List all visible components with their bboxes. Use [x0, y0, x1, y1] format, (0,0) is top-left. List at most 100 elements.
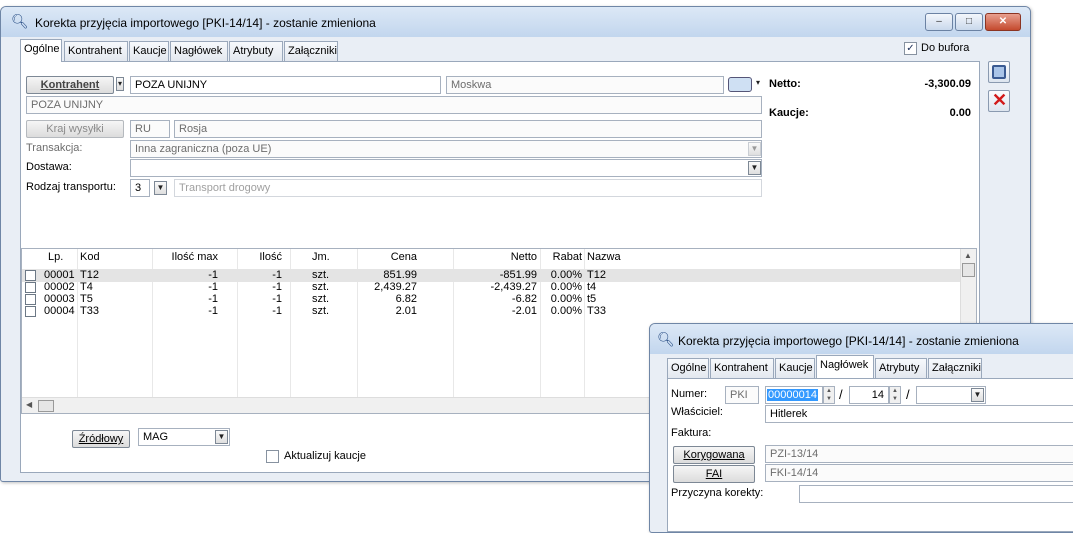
tab-zalaczniki[interactable]: Załączniki: [928, 358, 982, 378]
rodzaj-transportu-dropdown-arrow[interactable]: ▼: [154, 181, 167, 195]
numer-separator-2: /: [906, 387, 910, 402]
przyczyna-korekty-label: Przyczyna korekty:: [671, 487, 764, 499]
numer-year-field[interactable]: 14: [849, 386, 889, 404]
numer-prefix-field[interactable]: PKI: [725, 386, 759, 404]
floppy-disk-icon: [992, 65, 1006, 79]
col-header-ilosc[interactable]: Ilość: [237, 251, 282, 263]
dostawa-label: Dostawa:: [26, 161, 72, 173]
numer-label: Numer:: [671, 388, 708, 400]
row-checkbox[interactable]: [25, 282, 36, 293]
cell-rabat: 0.00%: [550, 305, 582, 317]
kontrahent-button[interactable]: Kontrahent: [26, 76, 114, 94]
tab-naglowek[interactable]: Nagłówek: [816, 355, 874, 378]
col-header-rabat[interactable]: Rabat: [540, 251, 582, 263]
tab-ogolne[interactable]: Ogólne: [20, 39, 62, 62]
kontrahent-code-field[interactable]: POZA UNIJNY: [130, 76, 441, 94]
magnifier-icon: 🔍︎: [11, 13, 29, 29]
kaucje-label: Kaucje:: [769, 107, 809, 119]
red-x-icon: ✕: [992, 90, 1008, 110]
dostawa-select[interactable]: [130, 159, 762, 177]
cell-ilosc: -1: [272, 305, 282, 317]
cancel-button[interactable]: ✕: [988, 90, 1010, 112]
address-dropdown-arrow[interactable]: ▾: [754, 77, 762, 91]
tab-kaucje[interactable]: Kaucje: [775, 358, 815, 378]
window-title: Korekta przyjęcia importowego [PKI-14/14…: [35, 16, 376, 30]
table-row[interactable]: 00004 T33 -1 -1 szt. 2.01 -2.01 0.00% T33: [22, 305, 976, 318]
do-bufora-checkbox[interactable]: ✓: [904, 42, 917, 55]
kontrahent-dropdown-arrow[interactable]: ▾: [116, 77, 124, 91]
magnifier-icon: 🔍︎: [657, 331, 675, 347]
kontrahent-city-field[interactable]: Moskwa: [446, 76, 724, 94]
transakcja-dropdown-arrow[interactable]: ▼: [748, 142, 761, 156]
wlasciciel-field[interactable]: Hitlerek: [765, 405, 1073, 423]
faktura-label: Faktura:: [671, 427, 712, 439]
cell-kod: T33: [80, 305, 99, 317]
tab-atrybuty[interactable]: Atrybuty: [875, 358, 927, 378]
cell-lp: 00004: [44, 305, 75, 317]
tab-naglowek[interactable]: Nagłówek: [170, 41, 228, 61]
address-book-icon[interactable]: [728, 77, 752, 92]
korygowana-field[interactable]: PZI-13/14: [765, 445, 1073, 463]
fai-button[interactable]: FAI: [673, 465, 755, 483]
minimize-button[interactable]: –: [925, 13, 953, 31]
dostawa-dropdown-arrow[interactable]: ▼: [748, 161, 761, 175]
tab-atrybuty[interactable]: Atrybuty: [229, 41, 283, 61]
tab-zalaczniki[interactable]: Załączniki: [284, 41, 338, 61]
kraj-wysylki-button[interactable]: Kraj wysyłki: [26, 120, 124, 138]
numer-value-field[interactable]: 00000014: [765, 386, 823, 404]
col-header-kod[interactable]: Kod: [80, 251, 100, 263]
rodzaj-transportu-label: Rodzaj transportu:: [26, 181, 116, 193]
cell-ilosc-max: -1: [208, 305, 218, 317]
tab-ogolne[interactable]: Ogólne: [667, 358, 709, 378]
cell-cena: 2.01: [395, 305, 417, 317]
aktualizuj-kaucje-checkbox[interactable]: [266, 450, 279, 463]
netto-label: Netto:: [769, 78, 801, 90]
save-button[interactable]: [988, 61, 1010, 83]
scroll-thumb[interactable]: [962, 263, 975, 277]
row-checkbox[interactable]: [25, 294, 36, 305]
cell-jm: szt.: [312, 305, 330, 317]
numer-value-selected: 00000014: [767, 389, 818, 401]
przyczyna-korekty-field[interactable]: [799, 485, 1073, 503]
second-window: 🔍︎ Korekta przyjęcia importowego [PKI-14…: [649, 323, 1073, 533]
scroll-up-arrow[interactable]: ▲: [964, 251, 972, 260]
series-dropdown-arrow[interactable]: ▼: [971, 388, 984, 402]
tab-kontrahent[interactable]: Kontrahent: [710, 358, 774, 378]
cell-nazwa: T33: [587, 305, 606, 317]
second-client-area: Ogólne Kontrahent Kaucje Nagłówek Atrybu…: [657, 354, 1073, 532]
transakcja-select[interactable]: Inna zagraniczna (poza UE): [130, 140, 762, 158]
kontrahent-name-field[interactable]: POZA UNIJNY: [26, 96, 762, 114]
hscroll-thumb[interactable]: [38, 400, 54, 412]
maximize-button[interactable]: □: [955, 13, 983, 31]
kraj-name-field[interactable]: Rosja: [174, 120, 762, 138]
col-header-nazwa[interactable]: Nazwa: [587, 251, 621, 263]
tab-panel-naglowek: Numer: PKI 00000014 ▲ ▼ / 14 ▲ ▼ / ▼ Właśc…: [667, 378, 1073, 532]
tab-kontrahent[interactable]: Kontrahent: [64, 41, 128, 61]
rodzaj-transportu-name[interactable]: Transport drogowy: [174, 179, 762, 197]
year-spinner[interactable]: ▲ ▼: [889, 386, 901, 404]
col-header-lp[interactable]: Lp.: [48, 251, 63, 263]
close-button[interactable]: ✕: [985, 13, 1021, 31]
kraj-code-field[interactable]: RU: [130, 120, 170, 138]
magazyn-dropdown-arrow[interactable]: ▼: [215, 430, 228, 444]
numer-separator-1: /: [839, 387, 843, 402]
col-header-netto[interactable]: Netto: [453, 251, 537, 263]
korygowana-button[interactable]: Korygowana: [673, 446, 755, 464]
row-checkbox[interactable]: [25, 270, 36, 281]
do-bufora-label: Do bufora: [921, 42, 970, 54]
cell-netto: -2.01: [511, 305, 537, 317]
scroll-left-arrow[interactable]: ◀: [26, 400, 32, 409]
rodzaj-transportu-code[interactable]: 3: [130, 179, 150, 197]
fai-field[interactable]: FKI-14/14: [765, 464, 1073, 482]
tab-kaucje[interactable]: Kaucje: [129, 41, 169, 61]
netto-value: -3,300.09: [924, 78, 971, 90]
second-window-title: Korekta przyjęcia importowego [PKI-14/14…: [678, 334, 1019, 348]
col-header-jm[interactable]: Jm.: [312, 251, 330, 263]
aktualizuj-kaucje-label: Aktualizuj kaucje: [284, 450, 366, 462]
col-header-cena[interactable]: Cena: [357, 251, 417, 263]
transakcja-label: Transakcja:: [26, 142, 83, 154]
numer-spinner[interactable]: ▲ ▼: [823, 386, 835, 404]
row-checkbox[interactable]: [25, 306, 36, 317]
zrodlowy-button[interactable]: Źródłowy: [72, 430, 130, 448]
col-header-ilosc-max[interactable]: Ilość max: [152, 251, 218, 263]
